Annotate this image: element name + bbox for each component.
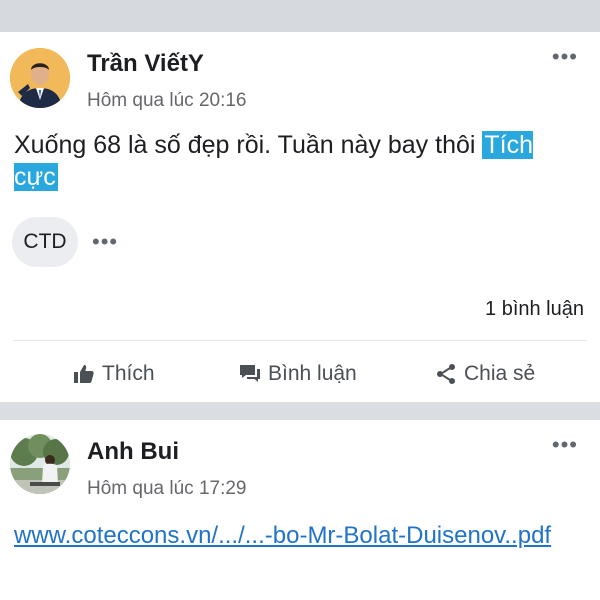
share-button[interactable]: Chia sẻ (434, 352, 535, 396)
post-tag-row: CTD ••• (12, 216, 118, 268)
comment-button[interactable]: Bình luận (238, 352, 357, 396)
post-text: Xuống 68 là số đẹp rồi. Tuần này bay thô… (14, 131, 483, 159)
share-icon (437, 364, 455, 384)
share-label: Chia sẻ (464, 362, 536, 385)
comment-label: Bình luận (268, 362, 357, 385)
post-timestamp[interactable]: Hôm qua lúc 17:29 (87, 478, 247, 500)
feed-divider (0, 402, 600, 420)
post-content: Xuống 68 là số đẹp rồi. Tuần này bay thô… (14, 129, 574, 193)
feed-post: Anh Bui Hôm qua lúc 17:29 ••• www.cotecc… (0, 420, 600, 600)
feed-post: Trần ViếtY Hôm qua lúc 20:16 ••• Xuống 6… (0, 32, 600, 402)
post-separator (14, 340, 586, 341)
tag-more-icon[interactable]: ••• (92, 229, 118, 255)
post-link[interactable]: www.coteccons.vn/.../...-bo-Mr-Bolat-Dui… (14, 520, 589, 552)
more-options-icon[interactable]: ••• (552, 46, 578, 68)
post-author-name[interactable]: Trần ViếtY (87, 50, 204, 78)
like-button[interactable]: Thích (72, 352, 155, 396)
avatar[interactable] (10, 434, 70, 494)
like-label: Thích (102, 362, 155, 385)
post-action-bar: Thích Bình luận Chia sẻ (0, 352, 600, 396)
stock-tag-chip[interactable]: CTD (12, 217, 78, 267)
comment-count[interactable]: 1 bình luận (485, 298, 584, 321)
comment-icon (240, 365, 260, 382)
post-timestamp[interactable]: Hôm qua lúc 20:16 (87, 90, 247, 112)
feed-top-divider (0, 0, 600, 32)
avatar[interactable] (10, 48, 70, 108)
more-options-icon[interactable]: ••• (552, 434, 578, 456)
post-author-name[interactable]: Anh Bui (87, 438, 179, 466)
thumbs-up-icon (74, 365, 94, 383)
